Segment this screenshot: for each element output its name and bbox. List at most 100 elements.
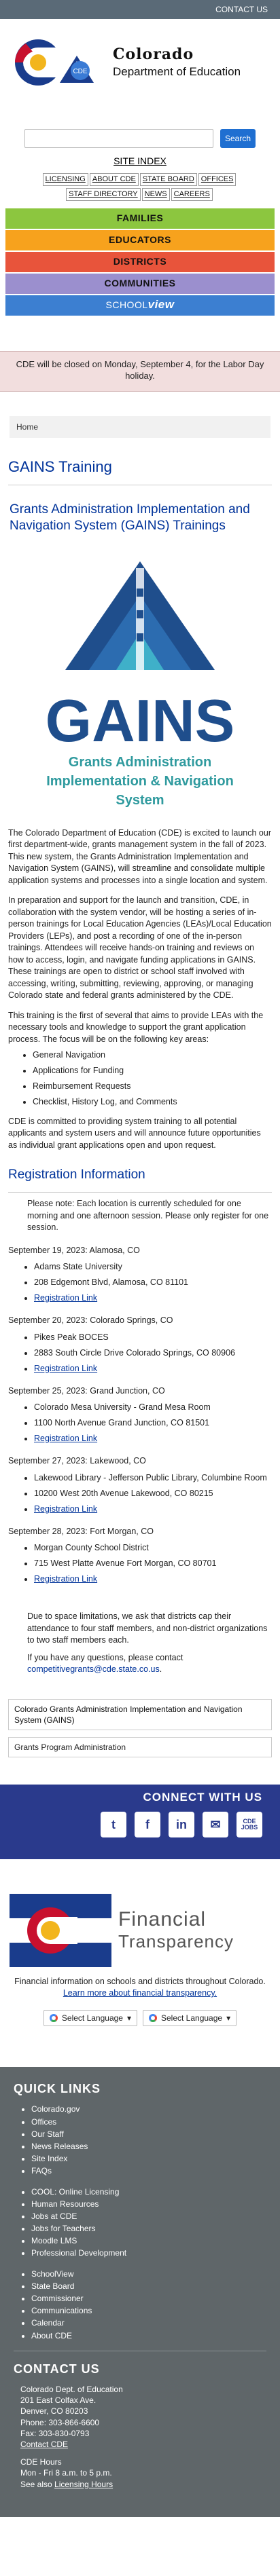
list-item: General Navigation <box>33 1049 280 1061</box>
cde-badge-text: CDE <box>73 68 87 75</box>
site-index-link[interactable]: SITE INDEX <box>113 155 167 166</box>
gains-logo-image: GAINS Grants Administration Implementati… <box>41 547 239 819</box>
registration-link[interactable]: Registration Link <box>34 1434 97 1443</box>
list-item: Applications for Funding <box>33 1065 280 1077</box>
language-select-1[interactable]: Select Language ▾ <box>43 2009 137 2027</box>
twitter-icon[interactable]: t <box>101 1812 126 1838</box>
search-input[interactable] <box>24 129 213 148</box>
registration-link[interactable]: Registration Link <box>34 1364 97 1373</box>
cde-jobs-icon[interactable]: CDE JOBS <box>237 1812 262 1838</box>
licensing-hours-link[interactable]: Licensing Hours <box>54 2480 113 2489</box>
contact-email-link[interactable]: competitivegrants@cde.state.co.us <box>27 1664 160 1674</box>
language-select-2[interactable]: Select Language ▾ <box>143 2009 237 2027</box>
footer-link[interactable]: Colorado.gov <box>31 2104 266 2114</box>
footer-link[interactable]: COOL: Online Licensing <box>31 2186 266 2197</box>
chevron-down-icon: ▾ <box>226 2013 231 2023</box>
contact-us-link[interactable]: CONTACT US <box>215 4 268 15</box>
top-bar: CONTACT US <box>0 0 280 19</box>
footer-link[interactable]: Jobs at CDE <box>31 2211 266 2222</box>
accordion-gains[interactable]: Colorado Grants Administration Implement… <box>9 1700 271 1730</box>
util-link-licensing[interactable]: LICENSING <box>42 172 88 186</box>
util-link-state-board[interactable]: STATE BOARD <box>139 172 197 186</box>
footer: QUICK LINKS Colorado.gov Offices Our Sta… <box>0 2067 280 2517</box>
accordion-grants-program[interactable]: Grants Program Administration <box>8 1736 272 1758</box>
nav-communities[interactable]: COMMUNITIES <box>5 273 275 294</box>
footer-link[interactable]: Offices <box>31 2116 266 2127</box>
footer-link[interactable]: SchoolView <box>31 2269 266 2279</box>
intro-paragraph-3: This training is the first of several th… <box>8 1010 264 1044</box>
session-address: 2883 South Circle Drive Colorado Springs… <box>34 1347 280 1359</box>
util-link-staff-directory[interactable]: STAFF DIRECTORY <box>66 187 141 201</box>
session-venue: Colorado Mesa University - Grand Mesa Ro… <box>34 1402 280 1413</box>
footer-link[interactable]: Our Staff <box>31 2129 266 2140</box>
footer-link[interactable]: News Releases <box>31 2141 266 2152</box>
schoolview-part2: view <box>147 298 175 312</box>
footer-link[interactable]: Calendar <box>31 2317 266 2328</box>
session-address: 1100 North Avenue Grand Junction, CO 815… <box>34 1417 280 1429</box>
registration-link[interactable]: Registration Link <box>34 1293 97 1303</box>
list-item: Reimbursement Requests <box>33 1081 280 1092</box>
registration-link[interactable]: Registration Link <box>34 1504 97 1514</box>
email-icon[interactable]: ✉ <box>203 1812 228 1838</box>
session-date: September 20, 2023: Colorado Springs, CO <box>8 1315 173 1326</box>
contact-cde-link[interactable]: Contact CDE <box>20 2440 68 2449</box>
footer-link[interactable]: Moodle LMS <box>31 2235 266 2246</box>
breadcrumb: Home <box>10 415 270 438</box>
fin-description: Financial information on schools and dis… <box>14 1977 266 1998</box>
google-icon <box>149 2014 157 2022</box>
footer-link[interactable]: Professional Development <box>31 2247 266 2258</box>
nav-districts[interactable]: DISTRICTS <box>5 251 275 272</box>
utility-links: LICENSING ABOUT CDE STATE BOARD OFFICES … <box>0 172 280 203</box>
util-link-news[interactable]: NEWS <box>141 187 170 201</box>
language-selectors: Select Language ▾ Select Language ▾ <box>0 2009 280 2027</box>
fin-learn-more-link[interactable]: Learn more about financial transparency. <box>63 1988 217 1998</box>
questions-text: If you have any questions, please contac… <box>27 1652 183 1675</box>
footer-link[interactable]: About CDE <box>31 2330 266 2341</box>
social-icons: t f in ✉ CDE JOBS <box>101 1812 262 1838</box>
facebook-icon[interactable]: f <box>135 1812 160 1838</box>
space-note: Due to space limitations, we ask that di… <box>27 1611 268 1645</box>
gains-tagline-3: System <box>116 793 164 808</box>
intro-paragraph-4: CDE is committed to providing system tra… <box>8 1116 261 1150</box>
footer-link[interactable]: Jobs for Teachers <box>31 2223 266 2234</box>
site-logo[interactable]: CDE Colorado Department of Education <box>0 19 280 99</box>
fin-title-1: Financial <box>118 1907 207 1930</box>
quick-links-group-3: SchoolView State Board Commissioner Comm… <box>31 2269 266 2341</box>
registration-title: Registration Information <box>8 1168 145 1182</box>
nav-schoolview[interactable]: SCHOOL view <box>5 295 275 316</box>
session-address: 715 West Platte Avenue Fort Morgan, CO 8… <box>34 1558 280 1569</box>
intro-paragraph-2: In preparation and support for the launc… <box>8 895 272 1001</box>
logo-line1: Colorado <box>113 45 194 63</box>
search-button[interactable]: Search <box>220 129 256 148</box>
footer-link[interactable]: Human Resources <box>31 2199 266 2209</box>
nav-families[interactable]: FAMILIES <box>5 208 275 229</box>
intro-paragraph-1: The Colorado Department of Education (CD… <box>8 827 271 885</box>
financial-transparency-logo[interactable]: Financial Transparency <box>0 1890 280 1972</box>
search-bar: Search <box>0 99 280 153</box>
contact-info: Colorado Dept. of Education 201 East Col… <box>20 2384 266 2490</box>
util-link-about[interactable]: ABOUT CDE <box>89 172 139 186</box>
schoolview-part1: SCHOOL <box>105 299 148 311</box>
section-title: Grants Administration Implementation and… <box>10 502 250 534</box>
breadcrumb-home[interactable]: Home <box>16 422 38 432</box>
session-details: Morgan County School District 715 West P… <box>34 1542 280 1585</box>
colorado-c-logo-icon: CDE <box>12 35 107 90</box>
footer-link[interactable]: FAQs <box>31 2165 266 2176</box>
nav-educators[interactable]: EDUCATORS <box>5 229 275 250</box>
site-index: SITE INDEX <box>0 153 280 173</box>
connect-title: CONNECT WITH US <box>143 1791 262 1804</box>
focus-list: General Navigation Applications for Fund… <box>33 1049 280 1108</box>
footer-link[interactable]: State Board <box>31 2281 266 2292</box>
linkedin-icon[interactable]: in <box>169 1812 194 1838</box>
util-link-offices[interactable]: OFFICES <box>198 172 237 186</box>
accordion-group: Colorado Grants Administration Implement… <box>8 1698 272 1730</box>
footer-link[interactable]: Commissioner <box>31 2293 266 2304</box>
session-details: Adams State University 208 Edgemont Blvd… <box>34 1261 280 1304</box>
footer-link[interactable]: Communications <box>31 2305 266 2316</box>
registration-link[interactable]: Registration Link <box>34 1574 97 1584</box>
quick-links-title: QUICK LINKS <box>14 2082 101 2096</box>
footer-link[interactable]: Site Index <box>31 2153 266 2164</box>
google-icon <box>49 2014 58 2022</box>
util-link-careers[interactable]: CAREERS <box>171 187 213 201</box>
contact-title: CONTACT US <box>14 2362 100 2376</box>
